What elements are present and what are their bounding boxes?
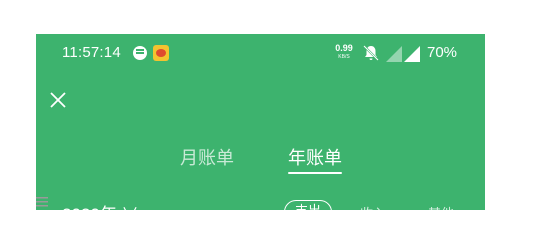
network-speed-value: 0.99 bbox=[335, 43, 353, 53]
network-speed: 0.99 KB/S bbox=[333, 44, 355, 62]
bell-off-icon bbox=[363, 45, 379, 61]
weibo-icon bbox=[153, 45, 169, 61]
tab-yearly-bill[interactable]: 年账单 bbox=[288, 144, 342, 170]
message-icon bbox=[133, 46, 147, 60]
status-bar: 11:57:14 0.99 KB/S 70% bbox=[36, 34, 485, 74]
close-icon[interactable] bbox=[48, 90, 68, 110]
bill-header-panel: 11:57:14 0.99 KB/S 70% 月账单 年账单 2020年 ∨ 支… bbox=[36, 34, 485, 210]
filter-option-income[interactable]: 收入 bbox=[360, 203, 386, 210]
signal-icon bbox=[386, 46, 402, 62]
tab-monthly-bill[interactable]: 月账单 bbox=[180, 144, 234, 170]
year-selector[interactable]: 2020年 ∨ bbox=[62, 200, 139, 210]
battery-level: 70% bbox=[427, 44, 458, 61]
filter-option-expense[interactable]: 支出 bbox=[284, 200, 332, 210]
active-tab-indicator bbox=[288, 172, 342, 174]
list-icon bbox=[36, 197, 48, 207]
status-time: 11:57:14 bbox=[62, 44, 121, 61]
bill-filter-row: 2020年 ∨ 支出 收入 其他 bbox=[36, 200, 485, 210]
network-speed-unit: KB/S bbox=[338, 54, 350, 60]
filter-option-other[interactable]: 其他 bbox=[428, 203, 454, 210]
signal-icon bbox=[404, 46, 420, 62]
